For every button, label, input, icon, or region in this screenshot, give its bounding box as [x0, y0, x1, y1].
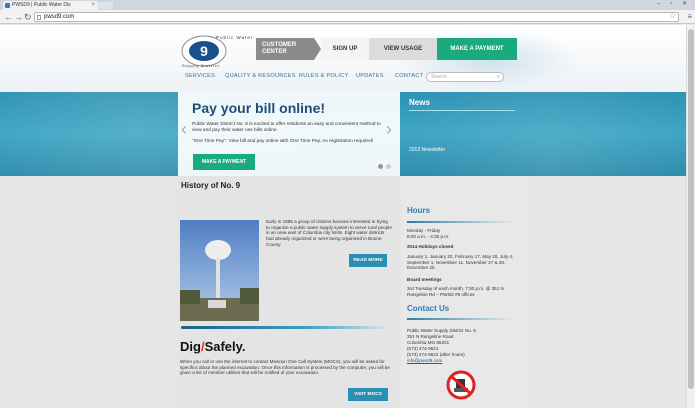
no-dig-icon: [446, 370, 476, 400]
bookmark-star-icon[interactable]: ☆: [669, 12, 676, 20]
tab-close-icon[interactable]: ×: [91, 1, 95, 10]
nav-quality-resources[interactable]: QUALITY & RESOURCES: [225, 73, 296, 79]
history-heading: History of No. 9: [181, 181, 241, 190]
contact-divider: [407, 318, 513, 320]
holidays-label: 2014 Holidays closed: [407, 244, 454, 249]
page-scrollbar[interactable]: [686, 25, 695, 408]
read-more-button[interactable]: READ MORE: [349, 254, 387, 267]
page-icon: [37, 15, 41, 20]
logo-bottom-text: Supply District: [182, 63, 220, 68]
search-icon[interactable]: ⌕: [497, 73, 500, 81]
slide-title: Pay your bill online!: [192, 100, 326, 116]
hours-days: Monday - Friday: [407, 228, 441, 233]
slider-prev-icon[interactable]: ‹: [181, 119, 187, 140]
news-divider: [409, 110, 515, 111]
contact-email-link[interactable]: info@pwsd9.com: [407, 358, 517, 364]
news-heading: News: [409, 98, 430, 107]
contact-line: Columbia MO 65201: [407, 340, 450, 345]
browser-menu-icon[interactable]: ≡: [687, 12, 692, 22]
search-placeholder: Search: [431, 74, 447, 80]
water-tower-photo: [180, 220, 259, 321]
contact-line: Public Water Supply District No. 9: [407, 328, 476, 333]
contact-heading: Contact Us: [407, 304, 450, 313]
board-meetings-label: Board meetings: [407, 277, 442, 282]
dig-safely-text: When you call or use the internet to con…: [180, 359, 390, 376]
url-text: pwsd9.com: [44, 14, 75, 20]
nav-rules-policy[interactable]: RULES & POLICY: [299, 73, 348, 79]
scrollbar-thumb[interactable]: [688, 29, 694, 389]
slider-dot[interactable]: [378, 164, 383, 169]
dig-safely-left: Dig: [180, 339, 201, 354]
pwsd9-logo[interactable]: 9 Public Water Supply District: [178, 32, 256, 68]
hours-divider: [407, 221, 513, 223]
hours-time: 8:00 a.m. - 4:30 p.m.: [407, 234, 450, 239]
section-divider: [181, 326, 390, 329]
window-controls[interactable]: – ▫ ✕: [657, 0, 691, 7]
holidays-text: January 1, January 20, February 17, May …: [407, 254, 514, 271]
nav-updates[interactable]: UPDATES: [356, 73, 384, 79]
logo-number: 9: [200, 43, 208, 59]
forward-icon[interactable]: →: [14, 11, 23, 23]
browser-toolbar: ← → ↻ pwsd9.com ☆ ≡: [0, 10, 695, 24]
sign-up-button[interactable]: SIGN UP: [321, 38, 369, 60]
tab-title: PWSD9 | Public Water Dis: [12, 2, 71, 8]
browser-tab[interactable]: PWSD9 | Public Water Dis ×: [3, 1, 98, 10]
slide-text-secondary: "One Time Pay": View bill and pay online…: [192, 139, 374, 144]
reload-icon[interactable]: ↻: [24, 11, 32, 23]
logo-top-text: Public Water: [216, 35, 253, 40]
slide-text: Public Water District No. 9 is excited t…: [192, 122, 381, 133]
view-usage-button[interactable]: VIEW USAGE: [369, 38, 437, 60]
contact-phone-after-hours: (573) 474-9622 (after hours): [407, 352, 465, 357]
address-bar[interactable]: pwsd9.com ☆: [34, 12, 679, 22]
new-tab-button[interactable]: [99, 2, 113, 9]
board-meetings-text: 3rd Tuesday of each month, 7:30 p.m. @ 3…: [407, 286, 504, 297]
hours-heading: Hours: [407, 206, 431, 215]
news-item-link[interactable]: 2013 Newsletter: [409, 147, 445, 153]
contact-line: 351 N Rangeline Road: [407, 334, 454, 339]
favicon-icon: [5, 3, 10, 8]
search-input[interactable]: Search ⌕: [426, 72, 504, 82]
visit-mocs-button[interactable]: VISIT MOCS: [348, 388, 388, 401]
nav-services[interactable]: SERVICES: [185, 73, 215, 79]
dig-safely-right: Safely.: [204, 339, 246, 354]
history-text: Early in 1965 a group of citizens became…: [266, 219, 392, 247]
browser-tab-strip: PWSD9 | Public Water Dis × – ▫ ✕: [0, 0, 695, 10]
contact-phone: (573) 474-9521: [407, 346, 439, 351]
customer-center-label: CUSTOMER CENTER: [256, 38, 321, 60]
back-icon[interactable]: ←: [4, 11, 13, 23]
slider-dot[interactable]: [386, 164, 391, 169]
slide-make-payment-button[interactable]: MAKE A PAYMENT: [193, 154, 255, 170]
slider-next-icon[interactable]: ›: [386, 119, 392, 140]
dig-safely-logo: Dig/Safely.: [180, 339, 246, 354]
nav-contact[interactable]: CONTACT: [395, 73, 423, 79]
make-payment-button[interactable]: MAKE A PAYMENT: [437, 38, 517, 60]
web-page: 9 Public Water Supply District CUSTOMER …: [0, 25, 686, 408]
